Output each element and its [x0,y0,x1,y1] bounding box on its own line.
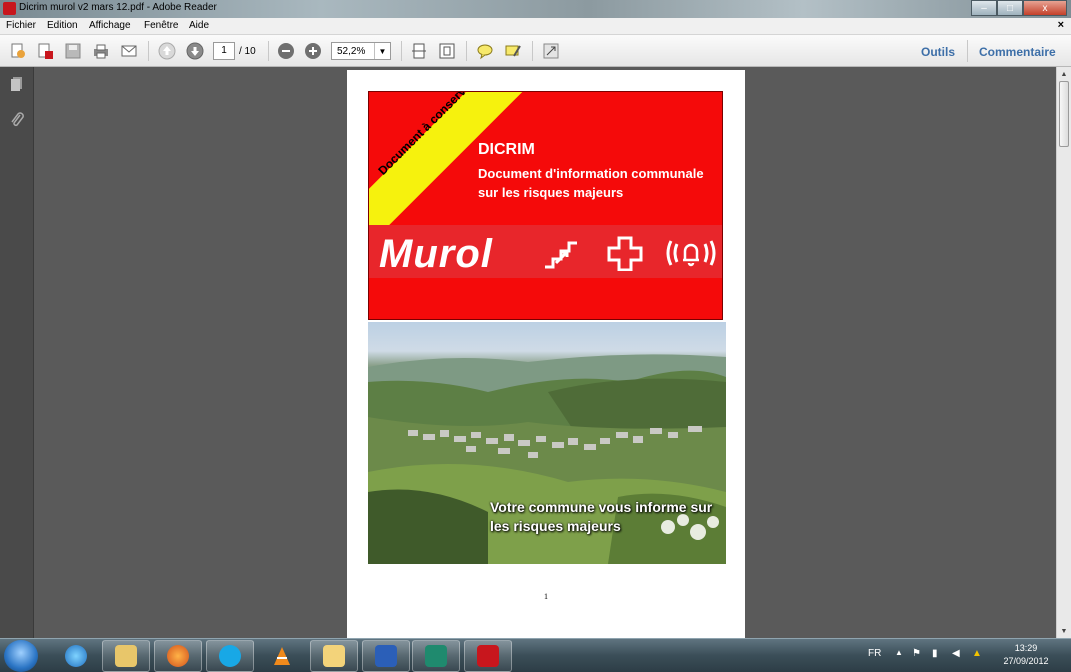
action-center-flag-icon[interactable]: ⚑ [912,648,921,659]
explorer-icon[interactable] [102,640,150,672]
comment-pane-button[interactable]: Commentaire [979,45,1056,59]
alarm-siren-icon [666,240,716,267]
vlc-icon[interactable] [258,640,306,672]
firefox-icon[interactable] [154,640,202,672]
network-icon[interactable]: ▮ [932,648,938,659]
toolbar-separator [148,41,149,61]
document-title: DICRIM [478,141,535,158]
previous-page-icon[interactable] [157,41,177,61]
window-controls: – □ x [971,0,1067,16]
highlight-icon[interactable] [503,41,523,61]
toolbar-separator [401,41,402,61]
fit-page-icon[interactable] [437,41,457,61]
fullscreen-icon[interactable] [541,41,561,61]
menu-bar: Fichier Edition Affichage Fenêtre Aide × [0,18,1071,35]
page-total: / 10 [239,46,256,57]
evacuation-stairs-icon [545,241,577,269]
next-page-icon[interactable] [185,41,205,61]
page-number-input[interactable]: 1 [213,42,235,60]
adobe-reader-icon[interactable] [464,640,512,672]
menu-affichage[interactable]: Affichage [89,20,131,31]
minimize-button[interactable]: – [971,0,997,16]
publisher-icon[interactable] [412,640,460,672]
clock-time: 13:29 [1014,643,1038,653]
page-number-footer: 1 [544,592,548,601]
email-icon[interactable] [119,41,139,61]
fit-width-icon[interactable] [409,41,429,61]
show-hidden-icons-icon[interactable]: ▲ [895,648,903,657]
chevron-down-icon[interactable]: ▼ [374,43,390,59]
start-orb-icon[interactable] [4,640,38,672]
zoom-out-icon[interactable] [276,41,296,61]
zoom-value: 52,2% [337,46,366,57]
scrollbar-thumb[interactable] [1059,81,1069,147]
clock-date: 27/09/2012 [1003,656,1049,666]
town-band: Murol [369,225,722,278]
vertical-scrollbar[interactable]: ▲ ▼ [1056,67,1071,638]
adobe-reader-icon [3,2,16,15]
scroll-up-arrow-icon[interactable]: ▲ [1057,67,1071,81]
town-name: Murol [379,232,493,276]
toolbar-separator [466,41,467,61]
close-button[interactable]: x [1023,0,1067,16]
zoom-select[interactable]: 52,2% ▼ [331,42,391,60]
tools-pane-button[interactable]: Outils [921,45,955,59]
save-icon[interactable] [63,41,83,61]
toolbar-separator [268,41,269,61]
menu-fenetre[interactable]: Fenêtre [144,20,178,31]
zoom-in-icon[interactable] [303,41,323,61]
cover-header: Document à conserver DICRIM Document d'i… [368,91,723,320]
menu-edition[interactable]: Edition [47,20,78,31]
folder-icon[interactable] [310,640,358,672]
navigation-panel [0,67,34,638]
landscape-photo: Votre commune vous informe sur les risqu… [368,322,726,564]
print-icon[interactable] [91,41,111,61]
pdf-page: Document à conserver DICRIM Document d'i… [347,70,745,638]
photo-caption: Votre commune vous informe sur les risqu… [490,499,713,534]
menu-fichier[interactable]: Fichier [6,20,36,31]
drive-icon[interactable]: ▲ [972,648,982,659]
toolbar: 1 / 10 52,2% ▼ Outils Commentaire [0,35,1071,67]
export-pdf-icon[interactable] [35,41,55,61]
windows-taskbar [0,638,1071,672]
ie-icon[interactable] [52,640,100,672]
comment-icon[interactable] [475,41,495,61]
window-title: Dicrim murol v2 mars 12.pdf - Adobe Read… [19,2,217,13]
pages-icon[interactable] [8,75,26,93]
toolbar-separator [967,40,968,62]
language-indicator[interactable]: FR [868,648,881,659]
title-bar: Dicrim murol v2 mars 12.pdf - Adobe Read… [0,0,1071,18]
system-clock[interactable]: 13:29 27/09/2012 [1000,642,1052,668]
first-aid-cross-icon [607,236,643,271]
maximize-button[interactable]: □ [997,0,1023,16]
word-icon[interactable] [362,640,410,672]
attachments-icon[interactable] [8,111,26,129]
close-document-button[interactable]: × [1058,19,1064,31]
toolbar-separator [532,41,533,61]
volume-icon[interactable]: ◀ [952,648,960,659]
menu-aide[interactable]: Aide [189,20,209,31]
document-subtitle: Document d'information communale sur les… [478,166,704,200]
scroll-down-arrow-icon[interactable]: ▼ [1057,624,1071,638]
create-pdf-icon[interactable] [8,41,28,61]
skype-icon[interactable] [206,640,254,672]
